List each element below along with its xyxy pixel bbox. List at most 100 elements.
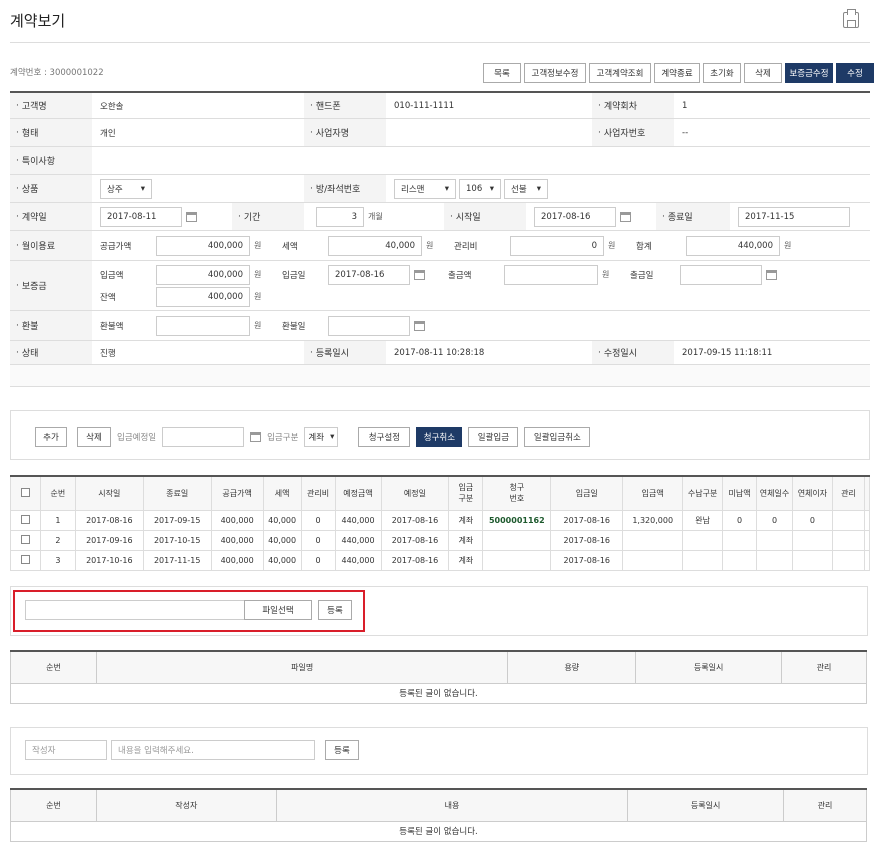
table-cell: 0 (300, 529, 336, 551)
file-register-button[interactable]: 등록 (318, 600, 352, 620)
table-cell (622, 549, 684, 571)
table-cell (791, 549, 833, 571)
table-cell: 0 (300, 549, 336, 571)
payment-kind-select[interactable]: 계좌 ▾ (304, 427, 339, 447)
col-header: 시작일 (74, 475, 144, 511)
contract-date-input[interactable]: 2017-08-11 (100, 206, 182, 227)
phone-label: 핸드폰 (304, 93, 386, 118)
table-cell: 2 (39, 529, 76, 551)
room2-value: 106 (466, 183, 483, 194)
calendar-icon[interactable] (620, 211, 631, 222)
file-path-input[interactable] (25, 600, 245, 620)
memo-register-button[interactable]: 등록 (325, 740, 359, 760)
billing-cancel-button[interactable]: 청구취소 (416, 427, 463, 447)
col-header: 입금 구분 (448, 475, 484, 511)
bulk-deposit-button[interactable]: 일괄입금 (468, 427, 519, 447)
period-label: 기간 (232, 203, 304, 230)
edit-deposit-button[interactable]: 보증금수정 (785, 63, 833, 83)
billing-setup-button[interactable]: 청구설정 (358, 427, 411, 447)
add-button[interactable]: 추가 (35, 427, 67, 447)
status-value: 진행 (100, 348, 116, 359)
type-value: 개인 (100, 128, 116, 139)
content-input[interactable]: 내용을 입력해주세요. (111, 740, 315, 760)
col-header: 순번 (39, 475, 76, 511)
table-cell: 2017-09-15 (142, 509, 212, 531)
table-cell: 1,320,000 (622, 509, 684, 531)
empty-message: 등록된 글이 없습니다. (10, 682, 867, 704)
table-cell (682, 529, 724, 551)
save-button[interactable]: 수정 (836, 63, 874, 83)
printer-icon[interactable] (843, 9, 859, 28)
calendar-icon[interactable] (766, 269, 777, 280)
reset-button[interactable]: 초기화 (703, 63, 741, 83)
room3-value: 선불 (511, 184, 527, 195)
refund-amt-input[interactable] (156, 315, 250, 336)
end-label: 종료일 (656, 203, 730, 230)
table-row[interactable]: 1 2017-08-16 2017-09-15 400,000 40,000 0 440,0… (10, 509, 870, 531)
select-all-checkbox[interactable] (20, 487, 30, 497)
dep-out-input[interactable] (504, 264, 598, 285)
customer-value: 오한솔 (100, 101, 124, 112)
writer-input[interactable]: 작성자 (25, 740, 107, 760)
delete-row-button[interactable]: 삭제 (77, 427, 111, 447)
payment-kind-value: 계좌 (308, 433, 325, 443)
supply-input[interactable]: 400,000 (156, 235, 250, 256)
col-header: 청구 번호 (482, 475, 552, 511)
period-unit: 개월 (368, 212, 383, 221)
billing-table: 순번 시작일 종료일 공급가액 세액 관리비 예정금액 예정일 입금 구분 청구 번호 입금일 입금액… (10, 475, 870, 571)
choose-file-button[interactable]: 파일선택 (244, 600, 312, 620)
supply-label: 공급가액 (100, 241, 132, 252)
table-cell (831, 509, 866, 531)
deposit-label: 보증금 (10, 261, 92, 310)
delete-button[interactable]: 삭제 (744, 63, 782, 83)
mod-label: 수정일시 (592, 341, 674, 364)
calendar-icon[interactable] (414, 269, 425, 280)
tax-input[interactable]: 40,000 (328, 235, 422, 256)
table-cell: 440,000 (334, 549, 382, 571)
row-checkbox[interactable] (20, 534, 30, 544)
row-checkbox[interactable] (20, 514, 30, 524)
calendar-icon[interactable] (414, 320, 425, 331)
row-checkbox[interactable] (20, 554, 30, 564)
table-cell[interactable]: 5000001162 (482, 509, 552, 531)
table-row[interactable]: 2 2017-09-16 2017-10-15 400,000 40,000 0 440,0… (10, 529, 870, 551)
dep-date-input[interactable]: 2017-08-16 (328, 264, 410, 285)
dep-in-input[interactable]: 400,000 (156, 264, 250, 285)
table-cell (722, 529, 758, 551)
col-header: 입금일 (550, 475, 624, 511)
room-select-3[interactable]: 선불 ▾ (504, 178, 548, 199)
refund-date-input[interactable] (328, 315, 410, 336)
calendar-icon[interactable] (250, 432, 262, 442)
room-select-2[interactable]: 106 ▾ (459, 178, 501, 199)
bulk-deposit-cancel-button[interactable]: 일괄입금취소 (524, 427, 591, 447)
table-cell (722, 549, 758, 571)
table-cell (682, 549, 724, 571)
due-date-label: 입금예정일 (117, 433, 157, 443)
start-date-input[interactable]: 2017-08-16 (534, 206, 616, 227)
table-cell: 1 (39, 509, 76, 531)
total-input[interactable]: 440,000 (686, 235, 780, 256)
payment-kind-label: 입금구분 (267, 433, 299, 443)
end-date-input[interactable]: 2017-11-15 (738, 206, 850, 227)
edit-customer-button[interactable]: 고객정보수정 (524, 63, 586, 83)
room-select-1[interactable]: 리스맨 ▾ (394, 178, 456, 199)
list-button[interactable]: 목록 (483, 63, 521, 83)
dep-outdate-input[interactable] (680, 264, 762, 285)
table-cell: 2017-08-16 (380, 509, 450, 531)
product-select[interactable]: 상주 ▾ (100, 178, 152, 199)
col-header: 순번 (10, 788, 97, 822)
won-unit: 원 (254, 241, 262, 250)
table-row[interactable]: 3 2017-10-16 2017-11-15 400,000 40,000 0 440,0… (10, 549, 870, 571)
table-cell: 400,000 (210, 529, 264, 551)
customer-contracts-button[interactable]: 고객계약조회 (589, 63, 651, 83)
table-cell: 40,000 (262, 509, 302, 531)
dep-rem-input[interactable]: 400,000 (156, 286, 250, 307)
table-cell: 0 (300, 509, 336, 531)
refund-amt-label: 환불액 (100, 321, 124, 332)
end-contract-button[interactable]: 계약종료 (654, 63, 700, 83)
period-input[interactable]: 3 (316, 206, 364, 227)
mgmt-input[interactable]: 0 (510, 235, 604, 256)
biz-label: 사업자명 (304, 119, 386, 146)
calendar-icon[interactable] (186, 211, 197, 222)
due-date-input[interactable] (162, 427, 245, 447)
